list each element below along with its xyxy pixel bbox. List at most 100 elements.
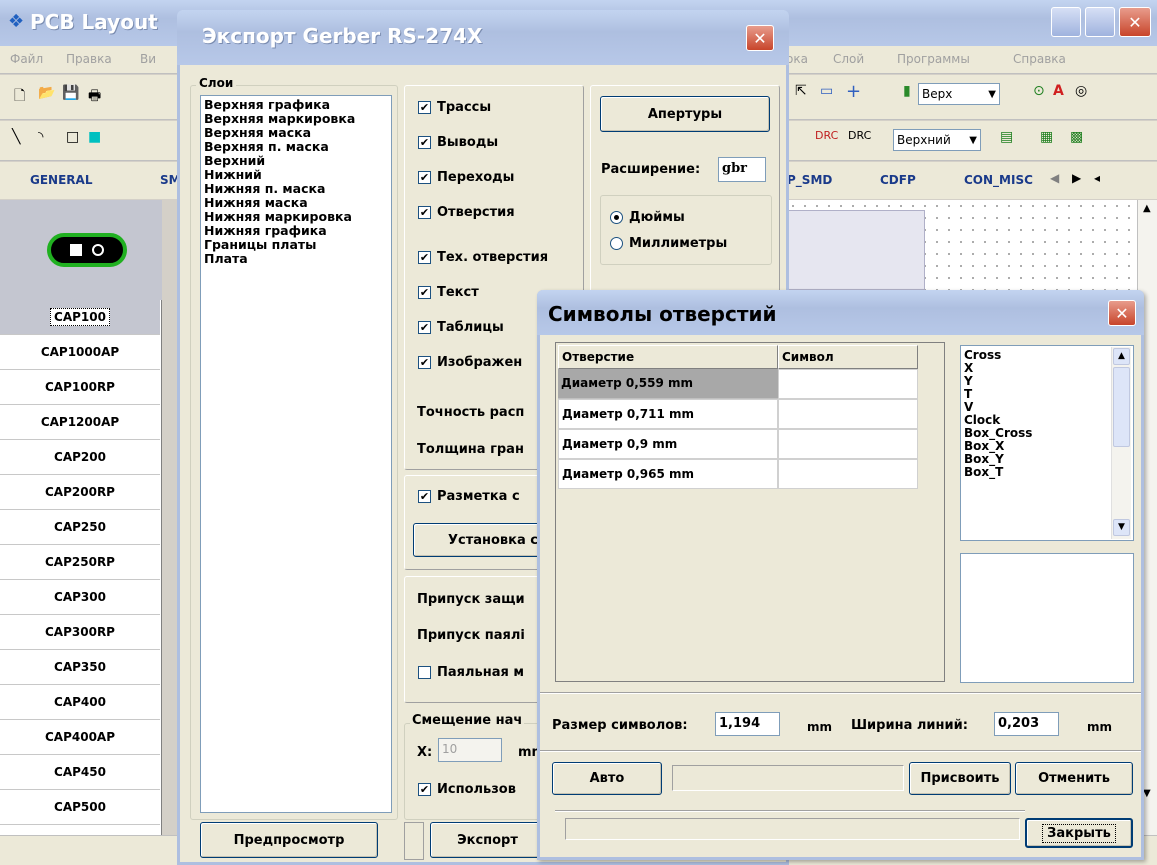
layers-list[interactable]: Верхняя графика Верхняя маркировка Верхн…	[200, 95, 392, 813]
gerber-close-button[interactable]: ✕	[746, 25, 774, 51]
check-images[interactable]: ✔ Изображен	[418, 355, 522, 370]
symbols-scrollbar[interactable]: ▲ ▼	[1111, 347, 1131, 539]
component-item[interactable]: CAP300	[0, 580, 160, 615]
cell-symbol[interactable]	[778, 459, 918, 489]
check-vias[interactable]: ✔ Переходы	[418, 170, 514, 185]
check-tech-holes[interactable]: ✔ Тех. отверстия	[418, 250, 548, 265]
nets-icon[interactable]: ▩	[1070, 129, 1083, 145]
cell-symbol[interactable]	[778, 399, 918, 429]
board-icon[interactable]: ▤	[1000, 129, 1013, 145]
component-item[interactable]: CAP200RP	[0, 475, 160, 510]
ruler-icon[interactable]: ▭	[820, 83, 833, 99]
cancel-button[interactable]: Отменить	[1015, 762, 1133, 795]
cell-symbol[interactable]	[778, 429, 918, 459]
cell-symbol[interactable]	[778, 369, 918, 399]
drill-close-x-button[interactable]: ✕	[1108, 300, 1136, 326]
check-use-offset[interactable]: ✔ Использов	[418, 782, 516, 797]
layer-item[interactable]: Границы платы	[204, 238, 388, 252]
layer-item[interactable]: Верхняя маркировка	[204, 112, 388, 126]
tab-scroll-left-icon[interactable]: ◀	[1050, 171, 1059, 185]
menu-view[interactable]: Ви	[140, 52, 156, 66]
apertures-button[interactable]: Апертуры	[600, 96, 770, 132]
component-item[interactable]: CAP250	[0, 510, 160, 545]
table-row[interactable]: Диаметр 0,711 mm	[558, 399, 918, 429]
table-row[interactable]: Диаметр 0,965 mm	[558, 459, 918, 489]
symbol-size-input[interactable]: 1,194	[715, 712, 780, 736]
check-text[interactable]: ✔ Текст	[418, 285, 479, 300]
layer-item[interactable]: Верхняя п. маска	[204, 140, 388, 154]
check-paste-mask[interactable]: Паяльная м	[418, 665, 524, 680]
lib-tab-conmisc[interactable]: CON_MISC	[964, 173, 1033, 187]
layer-item[interactable]: Верхняя графика	[204, 98, 388, 112]
scroll-thumb[interactable]	[1113, 367, 1130, 447]
table-row-selected[interactable]: Диаметр 0,559 mm	[558, 369, 918, 399]
chip-icon[interactable]: ▮	[903, 83, 911, 99]
check-traces[interactable]: ✔ Трассы	[418, 100, 491, 115]
component-item[interactable]: CAP400	[0, 685, 160, 720]
extension-input[interactable]: gbr	[718, 157, 766, 182]
crosshair-icon[interactable]: +	[846, 81, 861, 102]
symbol-item[interactable]: T	[964, 388, 1130, 401]
symbol-item[interactable]: Y	[964, 375, 1130, 388]
symbols-list[interactable]: Cross X Y T V Clock Box_Cross Box_X Box_…	[960, 345, 1134, 541]
via-icon[interactable]: ⊙	[1033, 83, 1045, 99]
layer-item[interactable]: Нижняя маска	[204, 196, 388, 210]
component-item[interactable]: CAP400AP	[0, 720, 160, 755]
line-width-input[interactable]: 0,203	[994, 712, 1059, 736]
menu-help[interactable]: Справка	[1013, 52, 1066, 66]
export-button[interactable]: Экспорт	[430, 822, 545, 858]
pad-icon[interactable]: ◎	[1075, 83, 1087, 99]
layer-item[interactable]: Нижняя п. маска	[204, 182, 388, 196]
layer-item[interactable]: Нижняя графика	[204, 224, 388, 238]
layer-select[interactable]: Верх ▼	[918, 83, 1000, 105]
check-tables[interactable]: ✔ Таблицы	[418, 320, 504, 335]
new-file-icon[interactable]: 🗋	[14, 85, 25, 109]
component-item[interactable]: CAP500	[0, 790, 160, 825]
open-folder-icon[interactable]: 📂	[38, 85, 55, 101]
symbol-item[interactable]: Cross	[964, 349, 1130, 362]
col-header-hole[interactable]: Отверстие	[558, 345, 778, 369]
menu-tools[interactable]: ока	[786, 52, 808, 66]
scroll-up-icon[interactable]: ▲	[1143, 203, 1151, 214]
component-item[interactable]: CAP300RP	[0, 615, 160, 650]
radio-inches[interactable]: Дюймы	[610, 210, 685, 225]
scroll-up-icon[interactable]: ▲	[1113, 348, 1130, 365]
layer-item[interactable]: Нижний	[204, 168, 388, 182]
symbol-item[interactable]: Box_T	[964, 466, 1130, 479]
layer-item[interactable]: Плата	[204, 252, 388, 266]
component-item[interactable]: CAP1200AP	[0, 405, 160, 440]
line-icon[interactable]: ╲	[12, 129, 20, 145]
preview-button[interactable]: Предпросмотр	[200, 822, 378, 858]
menu-file[interactable]: Файл	[10, 52, 43, 66]
filled-rect-icon[interactable]: ■	[88, 129, 101, 145]
print-icon[interactable]: 🖶	[88, 85, 101, 109]
minimize-button[interactable]	[1051, 7, 1081, 37]
maximize-button[interactable]	[1085, 7, 1115, 37]
layer-item[interactable]: Верхняя маска	[204, 126, 388, 140]
lib-tab-psmd[interactable]: P_SMD	[787, 173, 832, 187]
layer-item[interactable]: Верхний	[204, 154, 388, 168]
check-pads[interactable]: ✔ Выводы	[418, 135, 498, 150]
menu-programs[interactable]: Программы	[897, 52, 970, 66]
main-close-button[interactable]: ✕	[1119, 7, 1151, 37]
col-header-symbol[interactable]: Символ	[778, 345, 918, 369]
scroll-down-icon[interactable]: ▼	[1113, 519, 1130, 536]
check-holes[interactable]: ✔ Отверстия	[418, 205, 515, 220]
menu-edit[interactable]: Правка	[66, 52, 112, 66]
component-item[interactable]: CAP250RP	[0, 545, 160, 580]
tab-menu-icon[interactable]: ◂	[1094, 171, 1100, 185]
auto-button[interactable]: Авто	[552, 762, 662, 795]
component-item[interactable]: CAP450	[0, 755, 160, 790]
component-item[interactable]: CAP350	[0, 650, 160, 685]
component-item[interactable]: CAP100RP	[0, 370, 160, 405]
component-item-selected[interactable]: CAP100	[0, 300, 160, 335]
close-button[interactable]: Закрыть	[1025, 818, 1133, 848]
save-icon[interactable]: 💾	[62, 85, 79, 101]
arc-icon[interactable]: ◝	[38, 129, 43, 145]
scroll-down-icon[interactable]: ▼	[1143, 788, 1151, 799]
lib-tab-cdfp[interactable]: CDFP	[880, 173, 916, 187]
lib-tab-general[interactable]: GENERAL	[30, 173, 92, 187]
components-icon[interactable]: ▦	[1040, 129, 1053, 145]
radio-mm[interactable]: Миллиметры	[610, 236, 727, 251]
menu-layer[interactable]: Слой	[833, 52, 864, 66]
